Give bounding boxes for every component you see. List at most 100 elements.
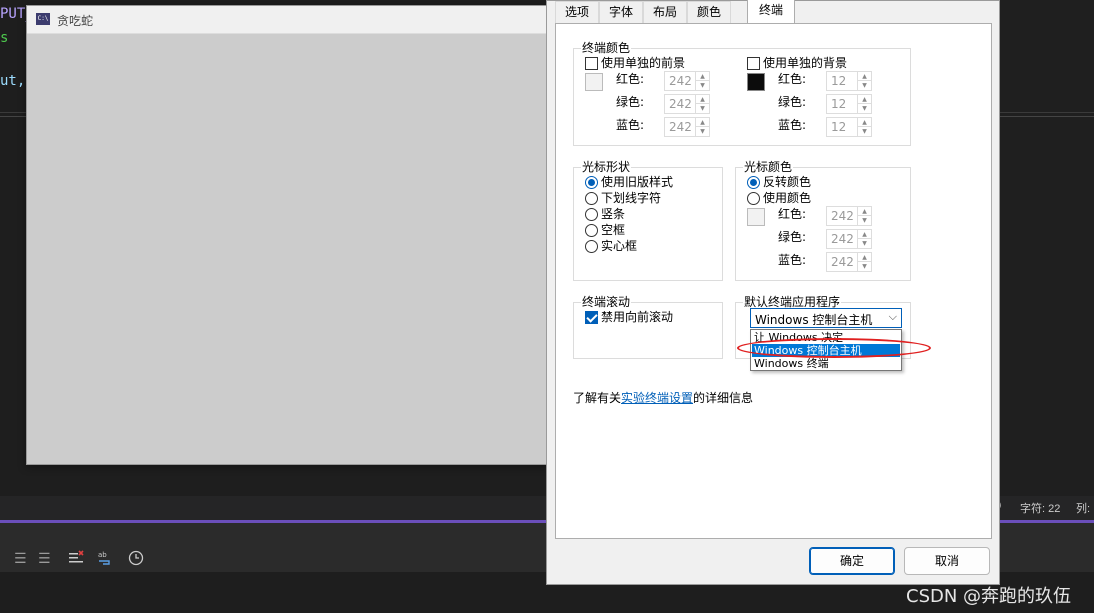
cursor-solid-box-label: 实心框 xyxy=(601,239,638,253)
cc-red-label: 红色: xyxy=(778,207,807,221)
code-text: ut, xyxy=(0,73,26,89)
tab-colors[interactable]: 颜色 xyxy=(687,1,731,23)
console-title-bar[interactable]: C:\ 贪吃蛇 xyxy=(27,6,549,34)
chevron-down-icon[interactable]: ▼ xyxy=(858,81,871,90)
tab-layout[interactable]: 布局 xyxy=(643,1,687,23)
stepper-value: 242 xyxy=(831,255,854,269)
code-line-2: s xyxy=(0,30,8,46)
chevron-down-icon: ⌵ xyxy=(888,310,897,323)
cc-blue-label: 蓝色: xyxy=(778,253,807,267)
stepper-value: 12 xyxy=(831,74,847,88)
stepper-value: 242 xyxy=(669,97,692,111)
foreground-color-swatch xyxy=(585,73,603,91)
console-window[interactable]: C:\ 贪吃蛇 xyxy=(26,5,550,465)
fg-green-stepper[interactable]: 242 ▲ ▼ xyxy=(664,94,710,114)
align-left-icon[interactable]: ☰ xyxy=(14,551,27,567)
watermark: CSDN @奔跑的玖伍 xyxy=(906,586,1072,607)
chevron-down-icon[interactable]: ▼ xyxy=(696,81,709,90)
chevron-down-icon[interactable]: ▼ xyxy=(858,104,871,113)
chevron-up-icon[interactable]: ▲ xyxy=(696,72,709,81)
fg-red-label: 红色: xyxy=(616,72,645,86)
chevron-up-icon[interactable]: ▲ xyxy=(858,118,871,127)
cc-red-stepper[interactable]: 242 ▲ ▼ xyxy=(826,206,872,226)
bg-blue-stepper[interactable]: 12 ▲ ▼ xyxy=(826,117,872,137)
cursor-inverse-color-radio[interactable] xyxy=(747,176,760,189)
code-text: s xyxy=(0,30,9,46)
chevron-down-icon[interactable]: ▼ xyxy=(696,127,709,136)
stepper-value: 242 xyxy=(831,232,854,246)
tab-options[interactable]: 选项 xyxy=(555,1,599,23)
fg-blue-stepper[interactable]: 242 ▲ ▼ xyxy=(664,117,710,137)
cursor-use-color-label: 使用颜色 xyxy=(763,191,812,205)
console-app-icon: C:\ xyxy=(36,13,50,25)
stepper-buttons: ▲ ▼ xyxy=(695,72,709,90)
disable-scroll-forward-checkbox[interactable] xyxy=(585,311,598,324)
chevron-up-icon[interactable]: ▲ xyxy=(858,72,871,81)
cancel-button[interactable]: 取消 xyxy=(904,547,990,575)
clear-all-icon[interactable] xyxy=(68,550,84,570)
terminal-scroll-group: 终端滚动 禁用向前滚动 xyxy=(573,294,723,359)
cursor-vertical-bar-label: 竖条 xyxy=(601,207,626,221)
chevron-up-icon[interactable]: ▲ xyxy=(696,95,709,104)
disable-scroll-forward-label: 禁用向前滚动 xyxy=(601,310,674,324)
chevron-up-icon[interactable]: ▲ xyxy=(858,230,871,239)
dropdown-option-windows-terminal[interactable]: Windows 终端 xyxy=(752,357,900,370)
properties-dialog: 选项 字体 布局 颜色 终端 终端颜色 使用单独的前景 红色: 242 ▲ ▼ 绿色… xyxy=(546,0,1000,585)
chevron-down-icon[interactable]: ▼ xyxy=(696,104,709,113)
chevron-up-icon[interactable]: ▲ xyxy=(858,95,871,104)
tab-label: 选项 xyxy=(564,5,589,19)
chevron-down-icon[interactable]: ▼ xyxy=(858,216,871,225)
cursor-legacy-radio[interactable] xyxy=(585,176,598,189)
cc-green-label: 绿色: xyxy=(778,230,807,244)
stepper-value: 242 xyxy=(669,74,692,88)
bg-blue-label: 蓝色: xyxy=(778,118,807,132)
fg-blue-label: 蓝色: xyxy=(616,118,645,132)
cursor-empty-box-radio[interactable] xyxy=(585,224,598,237)
stepper-value: 242 xyxy=(831,209,854,223)
chevron-up-icon[interactable]: ▲ xyxy=(858,207,871,216)
editor-divider xyxy=(1000,116,1094,117)
cursor-use-color-radio[interactable] xyxy=(747,192,760,205)
cursor-underscore-radio[interactable] xyxy=(585,192,598,205)
bg-red-stepper[interactable]: 12 ▲ ▼ xyxy=(826,71,872,91)
chevron-down-icon[interactable]: ▼ xyxy=(858,239,871,248)
status-col-label: 列: xyxy=(1076,503,1091,515)
experimental-settings-link[interactable]: 实验终端设置 xyxy=(621,391,693,405)
group-title: 光标颜色 xyxy=(743,159,794,175)
cc-green-stepper[interactable]: 242 ▲ ▼ xyxy=(826,229,872,249)
separate-foreground-checkbox[interactable] xyxy=(585,57,598,70)
terminal-tab-page: 终端颜色 使用单独的前景 红色: 242 ▲ ▼ 绿色: 242 ▲ ▼ 蓝色: 242… xyxy=(555,23,992,539)
select-value: Windows 控制台主机 xyxy=(755,313,873,327)
tab-label: 字体 xyxy=(608,5,633,19)
align-right-icon[interactable]: ☰ xyxy=(38,551,51,567)
ok-button[interactable]: 确定 xyxy=(809,547,895,575)
bg-green-stepper[interactable]: 12 ▲ ▼ xyxy=(826,94,872,114)
chevron-down-icon[interactable]: ▼ xyxy=(858,127,871,136)
cursor-color-group: 光标颜色 反转颜色 使用颜色 红色: 242 ▲ ▼ 绿色: 242 ▲ ▼ 蓝色: 2… xyxy=(735,159,911,281)
stepper-buttons: ▲ ▼ xyxy=(695,118,709,136)
separate-background-label: 使用单独的背景 xyxy=(763,56,848,70)
status-char-count: 字符: 22 xyxy=(1020,503,1061,515)
clock-icon[interactable] xyxy=(128,550,144,570)
default-terminal-select[interactable]: Windows 控制台主机 ⌵ xyxy=(750,308,902,328)
chevron-up-icon[interactable]: ▲ xyxy=(858,253,871,262)
separate-background-checkbox[interactable] xyxy=(747,57,760,70)
chevron-up-icon[interactable]: ▲ xyxy=(696,118,709,127)
fg-green-label: 绿色: xyxy=(616,95,645,109)
red-highlight-ring xyxy=(737,338,931,358)
bg-green-label: 绿色: xyxy=(778,95,807,109)
cursor-vertical-bar-radio[interactable] xyxy=(585,208,598,221)
chevron-down-icon[interactable]: ▼ xyxy=(858,262,871,271)
tab-font[interactable]: 字体 xyxy=(599,1,643,23)
info-suffix: 的详细信息 xyxy=(693,391,754,405)
fg-red-stepper[interactable]: 242 ▲ ▼ xyxy=(664,71,710,91)
cursor-solid-box-radio[interactable] xyxy=(585,240,598,253)
word-wrap-icon[interactable]: ab xyxy=(97,550,113,570)
console-title: 贪吃蛇 xyxy=(57,14,94,28)
stepper-value: 12 xyxy=(831,97,847,111)
cc-blue-stepper[interactable]: 242 ▲ ▼ xyxy=(826,252,872,272)
editor-divider xyxy=(1000,112,1094,113)
terminal-colors-group: 终端颜色 使用单独的前景 红色: 242 ▲ ▼ 绿色: 242 ▲ ▼ 蓝色: 242… xyxy=(573,40,911,146)
tab-terminal[interactable]: 终端 xyxy=(747,0,795,23)
stepper-buttons: ▲ ▼ xyxy=(695,95,709,113)
